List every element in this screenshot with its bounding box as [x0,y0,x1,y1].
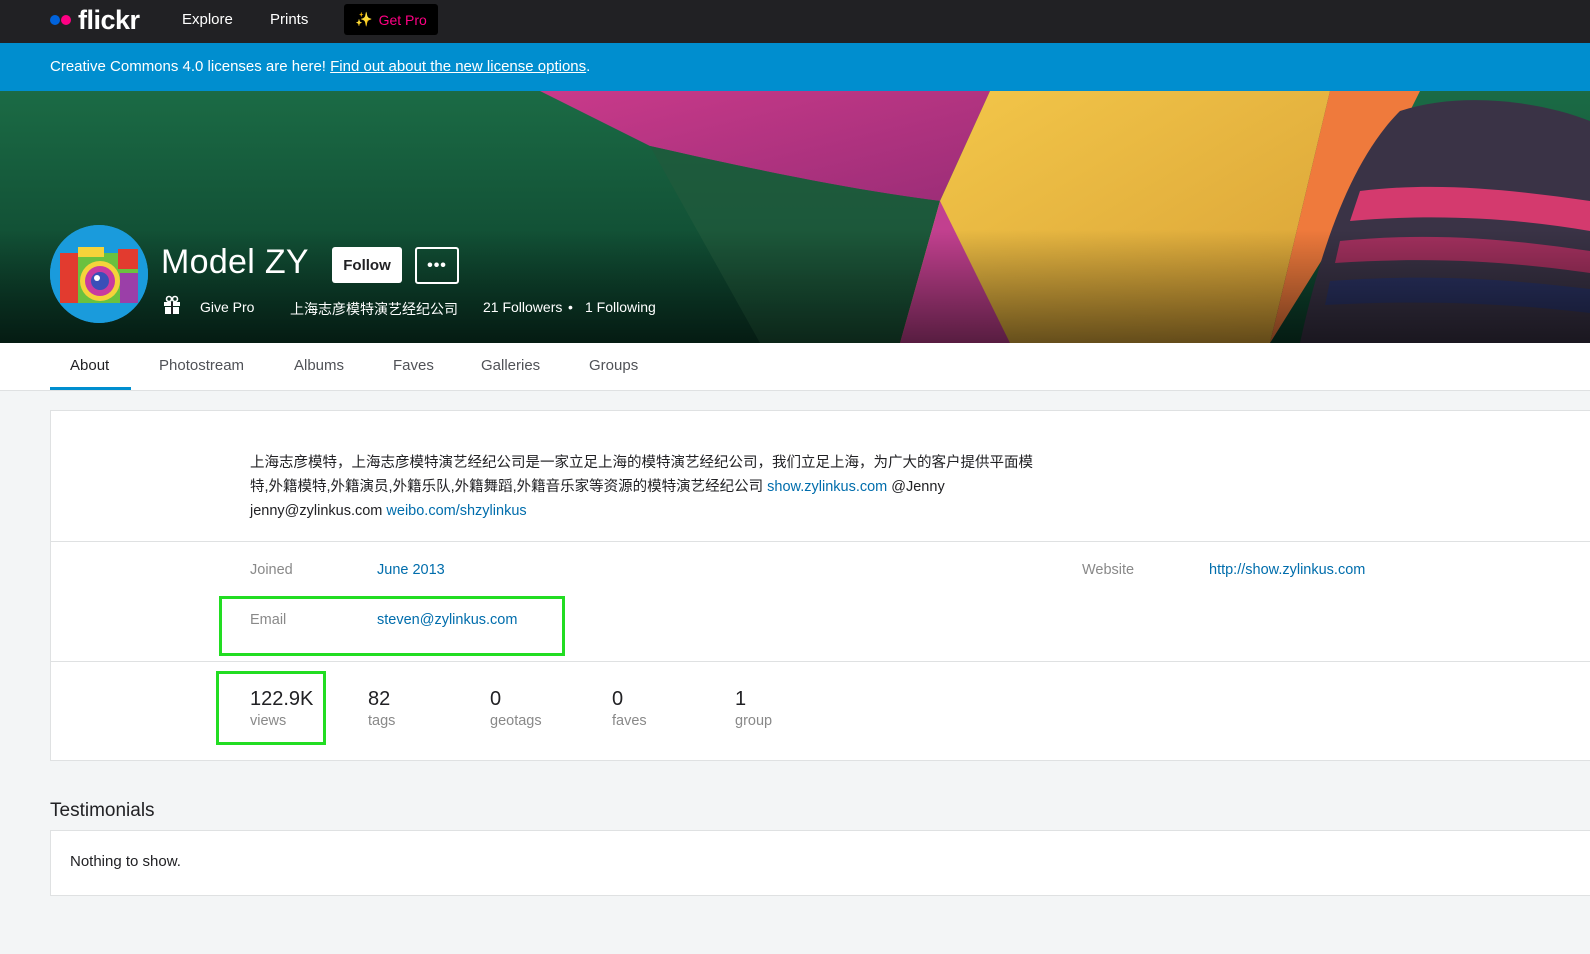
stat-geotags-label: geotags [490,713,542,729]
more-options-button[interactable]: ••• [415,247,459,284]
camera-avatar-icon [50,225,148,323]
followers-link[interactable]: 21 Followers [483,299,562,315]
website-label: Website [1082,562,1135,578]
description-email-text: jenny@zylinkus.com [250,503,387,519]
email-link[interactable]: steven@zylinkus.com [377,612,517,628]
stat-groups-count[interactable]: 1 [735,688,746,711]
nav-prints[interactable]: Prints [270,11,308,28]
testimonials-card: Nothing to show. [50,830,1590,896]
display-name: Model ZY [161,243,309,281]
sparkle-icon: ✨ [355,11,373,27]
tab-about[interactable]: About [70,357,109,374]
tab-photostream[interactable]: Photostream [159,357,244,374]
joined-label: Joined [250,562,293,578]
weibo-link[interactable]: weibo.com/shzylinkus [386,503,526,519]
logo-blue-dot [50,15,60,25]
get-pro-label: Get Pro [378,11,427,28]
about-card: 上海志彦模特，上海志彦模特演艺经纪公司是一家立足上海的模特演艺经纪公司，我们立足… [50,410,1590,761]
nav-explore[interactable]: Explore [182,11,233,28]
active-tab-indicator [50,387,131,390]
section-divider [51,661,1590,662]
profile-description: 上海志彦模特，上海志彦模特演艺经纪公司是一家立足上海的模特演艺经纪公司，我们立足… [250,451,1120,523]
tab-faves[interactable]: Faves [393,357,434,374]
tab-groups[interactable]: Groups [589,357,638,374]
tab-albums[interactable]: Albums [294,357,344,374]
description-text: 特,外籍模特,外籍演员,外籍乐队,外籍舞蹈,外籍音乐家等资源的模特演艺经纪公司 [250,479,768,495]
stat-geotags-count[interactable]: 0 [490,688,501,711]
stat-faves-count[interactable]: 0 [612,688,623,711]
gift-icon[interactable] [163,295,181,315]
stat-groups-label: group [735,713,773,729]
get-pro-button[interactable]: ✨ Get Pro [344,4,438,35]
company-name: 上海志彦模特演艺经纪公司 [290,301,458,317]
banner-suffix: . [586,58,591,75]
follow-button[interactable]: Follow [332,247,402,283]
stat-faves-label: faves [612,713,647,729]
following-link[interactable]: 1 Following [585,299,656,315]
top-nav: flickr Explore Prints ✨ Get Pro [0,0,1590,43]
section-divider [51,541,1590,542]
email-label: Email [250,612,287,628]
banner-text: Creative Commons 4.0 licenses are here! [50,58,331,75]
stat-tags-label: tags [368,713,396,729]
website-link[interactable]: http://show.zylinkus.com [1209,562,1365,578]
logo-pink-dot [61,15,71,25]
license-banner: Creative Commons 4.0 licenses are here! … [0,43,1590,91]
description-mention: @Jenny [887,479,945,495]
profile-tabs: About Photostream Albums Faves Galleries… [0,343,1590,391]
give-pro-link[interactable]: Give Pro [200,299,254,315]
avatar[interactable] [50,225,148,323]
stat-views-count: 122.9K [250,688,314,710]
tab-galleries[interactable]: Galleries [481,357,540,374]
flickr-logo[interactable]: flickr [50,6,140,34]
stat-views-label: views [250,713,287,729]
license-options-link[interactable]: Find out about the new license options [330,58,586,75]
joined-value[interactable]: June 2013 [377,562,445,578]
description-line-1: 上海志彦模特，上海志彦模特演艺经纪公司是一家立足上海的模特演艺经纪公司，我们立足… [250,455,1033,471]
meta-separator: • [568,299,573,315]
description-line-3: jenny@zylinkus.com weibo.com/shzylinkus [250,499,1120,523]
show-site-link[interactable]: show.zylinkus.com [767,479,887,495]
description-line-2: 特,外籍模特,外籍演员,外籍乐队,外籍舞蹈,外籍音乐家等资源的模特演艺经纪公司 … [250,475,1120,499]
stat-tags-count[interactable]: 82 [368,688,390,711]
testimonials-empty-text: Nothing to show. [70,853,181,870]
logo-text: flickr [78,5,140,35]
testimonials-heading: Testimonials [50,800,155,821]
